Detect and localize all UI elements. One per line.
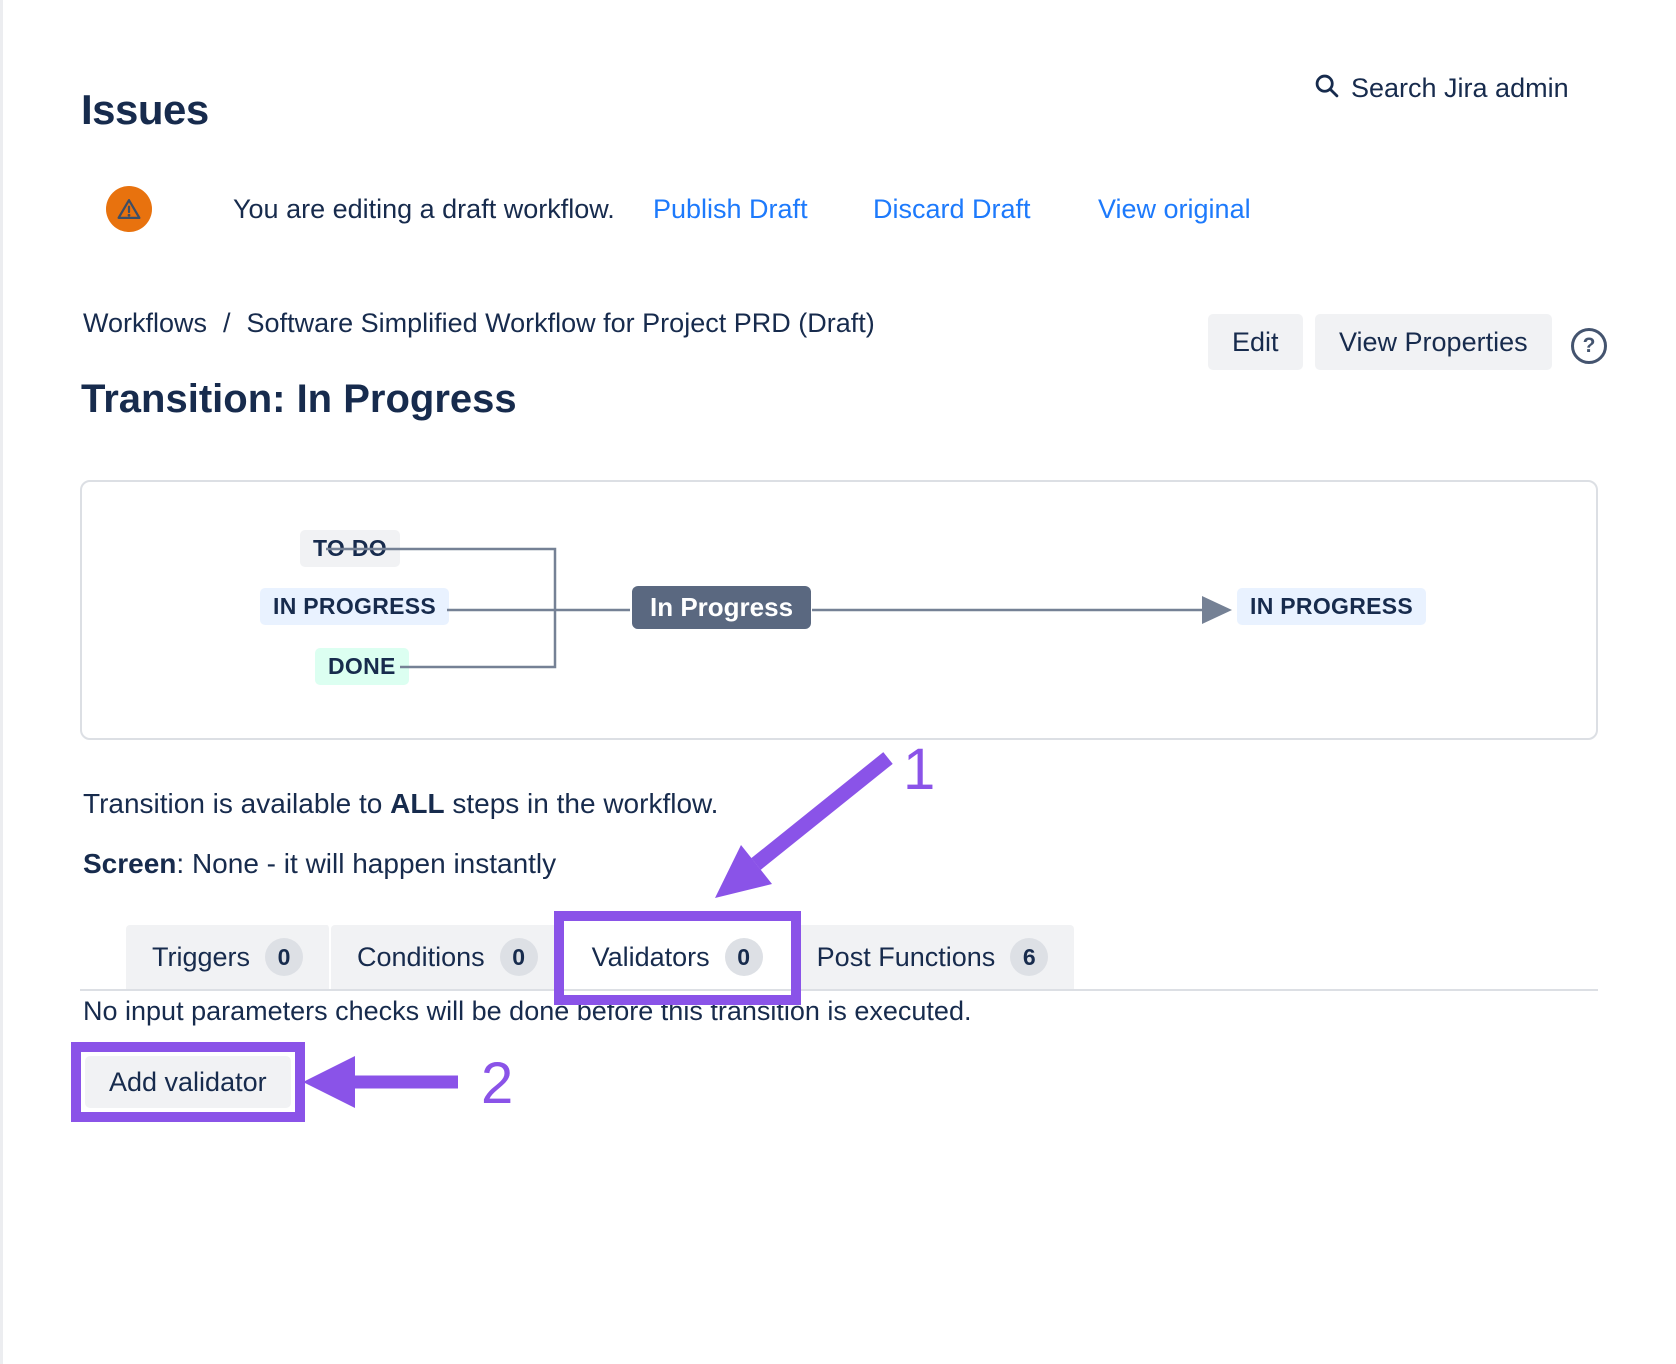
tab-count-badge: 0	[500, 938, 538, 976]
admin-search[interactable]: Search Jira admin	[1313, 72, 1569, 105]
add-validator-label: Add validator	[109, 1067, 267, 1098]
annotation-arrow-2	[303, 1056, 458, 1108]
transition-title: Transition: In Progress	[81, 377, 517, 422]
availability-suffix: steps in the workflow.	[445, 788, 719, 819]
tab-label: Validators	[592, 942, 710, 973]
page-title: Issues	[81, 86, 209, 134]
tab-label: Triggers	[152, 942, 250, 973]
edit-button[interactable]: Edit	[1208, 314, 1303, 370]
discard-draft-link[interactable]: Discard Draft	[873, 194, 1031, 225]
screen-label: Screen	[83, 848, 176, 879]
tab-count-badge: 0	[725, 938, 763, 976]
validators-empty-message: No input parameters checks will be done …	[83, 996, 971, 1027]
transition-lozenge: In Progress	[632, 586, 811, 629]
add-validator-button[interactable]: Add validator	[85, 1056, 291, 1108]
page: Issues Search Jira admin You are editing…	[0, 0, 1676, 1364]
annotation-step-2: 2	[481, 1050, 513, 1117]
publish-draft-link[interactable]: Publish Draft	[653, 194, 808, 225]
tab-strip: Triggers 0 Conditions 0 Validators 0 Pos…	[80, 925, 1598, 991]
tab-triggers[interactable]: Triggers 0	[126, 925, 331, 989]
view-original-link[interactable]: View original	[1098, 194, 1251, 225]
status-in-progress-source: IN PROGRESS	[260, 588, 449, 625]
breadcrumb: Workflows / Software Simplified Workflow…	[83, 308, 875, 339]
help-icon[interactable]: ?	[1571, 328, 1607, 364]
tab-count-badge: 0	[265, 938, 303, 976]
availability-bold: ALL	[390, 788, 444, 819]
tab-conditions[interactable]: Conditions 0	[331, 925, 566, 989]
annotation-step-1: 1	[903, 736, 935, 803]
breadcrumb-current: Software Simplified Workflow for Project…	[247, 308, 875, 339]
tab-label: Post Functions	[817, 942, 996, 973]
status-in-progress-target: IN PROGRESS	[1237, 588, 1426, 625]
availability-text: Transition is available to ALL steps in …	[83, 788, 718, 820]
availability-prefix: Transition is available to	[83, 788, 390, 819]
add-validator-wrap: Add validator	[85, 1056, 291, 1108]
breadcrumb-workflows[interactable]: Workflows	[83, 308, 207, 339]
search-icon	[1313, 72, 1341, 105]
status-todo: TO DO	[300, 530, 400, 567]
screen-value: : None - it will happen instantly	[176, 848, 556, 879]
tab-label: Conditions	[357, 942, 485, 973]
tab-count-badge: 6	[1010, 938, 1048, 976]
status-done: DONE	[315, 648, 409, 685]
search-label: Search Jira admin	[1351, 73, 1569, 104]
arrowhead-icon	[1202, 596, 1232, 624]
annotation-arrow-1	[715, 758, 888, 898]
workflow-diagram-panel: TO DO IN PROGRESS DONE In Progress IN PR…	[80, 480, 1598, 740]
breadcrumb-separator: /	[223, 308, 231, 339]
view-properties-button[interactable]: View Properties	[1315, 314, 1552, 370]
tab-validators[interactable]: Validators 0	[566, 925, 791, 989]
warning-icon	[106, 186, 152, 232]
tab-post-functions[interactable]: Post Functions 6	[791, 925, 1075, 989]
draft-banner-message: You are editing a draft workflow.	[233, 194, 615, 225]
screen-text: Screen: None - it will happen instantly	[83, 848, 556, 880]
